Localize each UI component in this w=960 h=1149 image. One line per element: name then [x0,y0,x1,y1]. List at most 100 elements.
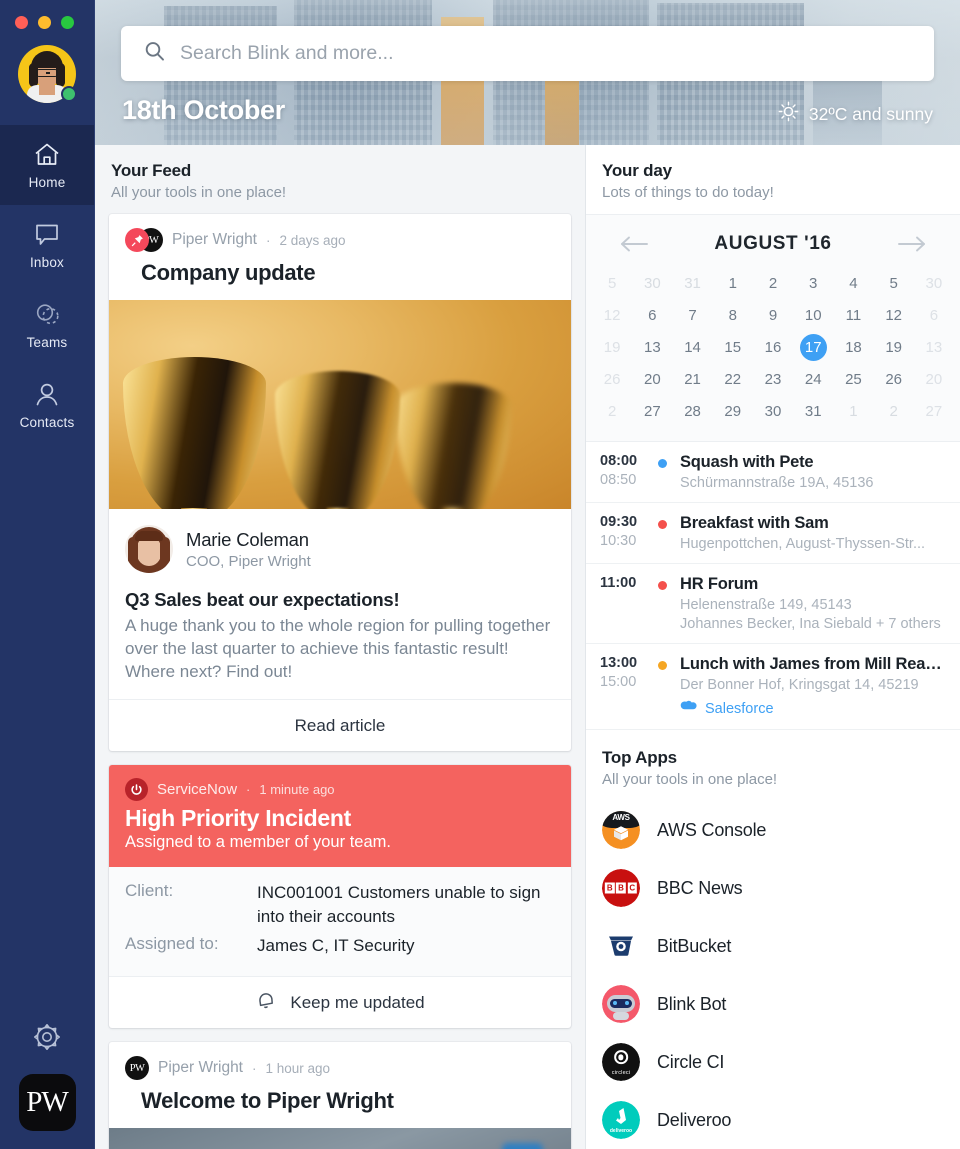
event-item[interactable]: 09:30 10:30 Breakfast with Sam Hugenpottche… [586,503,960,564]
calendar-day[interactable]: 10 [793,299,833,331]
calendar-day-number: 23 [764,370,782,388]
calendar-day[interactable]: 1 [713,267,753,299]
calendar-day[interactable]: 9 [753,299,793,331]
calendar[interactable]: AUGUST '16 5 30 31 1 2 3 4 5 30 12 6 7 8 9 10 11 12 6 19 13… [586,214,960,442]
calendar-day[interactable]: 24 [793,363,833,395]
feed-column[interactable]: Your Feed All your tools in one place! P… [95,145,586,1149]
events-list[interactable]: 08:00 08:50 Squash with Pete Schürmannstraß… [586,442,960,734]
calendar-day[interactable]: 2 [592,395,632,427]
event-item[interactable]: 11:00 HR Forum Helenenstraße 149, 45143 Joh… [586,564,960,644]
right-column[interactable]: Your day Lots of things to do today! AUG… [586,145,960,1149]
read-article-button[interactable]: Read article [109,699,571,751]
calendar-day[interactable]: 18 [833,331,873,363]
calendar-day[interactable]: 12 [592,299,632,331]
calendar-day[interactable]: 30 [632,267,672,299]
calendar-day[interactable]: 1 [833,395,873,427]
sidebar-item-label: Contacts [19,414,75,430]
sidebar-item-inbox[interactable]: Inbox [0,205,94,285]
calendar-day-number: 20 [643,370,661,388]
app-item[interactable]: B B C BBC News [586,859,960,917]
search-input[interactable] [180,42,912,65]
calendar-day[interactable]: 6 [632,299,672,331]
sidebar-item-home[interactable]: Home [0,125,94,205]
calendar-day[interactable]: 5 [592,267,632,299]
calendar-grid[interactable]: 5 30 31 1 2 3 4 5 30 12 6 7 8 9 10 11 12 6 19 13 14 15 16 17 18 1… [586,267,960,427]
calendar-day[interactable]: 5 [874,267,914,299]
calendar-day[interactable]: 13 [914,331,954,363]
author-role: COO, Piper Wright [186,552,311,570]
gear-icon[interactable] [32,1022,62,1052]
calendar-day[interactable]: 28 [672,395,712,427]
calendar-day[interactable]: 14 [672,331,712,363]
calendar-day[interactable]: 7 [672,299,712,331]
your-day-header: Your day Lots of things to do today! [586,145,960,214]
calendar-day-number: 13 [643,338,661,356]
calendar-day[interactable]: 12 [874,299,914,331]
card-image-trophies [109,300,571,509]
calendar-day[interactable]: 22 [713,363,753,395]
avatar[interactable] [18,45,77,103]
calendar-day[interactable]: 20 [632,363,672,395]
calendar-day-today[interactable]: 17 [793,331,833,363]
calendar-day[interactable]: 15 [713,331,753,363]
next-month-arrow-icon[interactable] [897,233,927,255]
app-item[interactable]: circleci Circle CI [586,1033,960,1091]
calendar-day-number: 5 [607,274,617,292]
org-logo[interactable]: PW [18,1074,76,1131]
incident-field-value: James C, IT Security [257,935,415,955]
feed-card-welcome[interactable]: PW Piper Wright · 1 hour ago Welcome to … [109,1042,571,1149]
weather-indicator: 32ºC and sunny [778,101,933,127]
sidebar-item-contacts[interactable]: Contacts [0,365,94,445]
incident-header: ServiceNow · 1 minute ago High Priority … [109,765,571,868]
calendar-day[interactable]: 6 [914,299,954,331]
calendar-day[interactable]: 19 [874,331,914,363]
calendar-day[interactable]: 8 [713,299,753,331]
calendar-day[interactable]: 3 [793,267,833,299]
incident-field: Client: INC001001 Customers unable to si… [125,881,555,928]
calendar-day-number: 24 [804,370,822,388]
keep-me-updated-button[interactable]: Keep me updated [109,976,571,1028]
app-item[interactable]: Blink Bot [586,975,960,1033]
calendar-day[interactable]: 27 [632,395,672,427]
event-tag[interactable]: Salesforce [680,700,944,718]
calendar-day-number: 2 [607,402,617,420]
event-item[interactable]: 08:00 08:50 Squash with Pete Schürmannstraß… [586,442,960,503]
calendar-day[interactable]: 29 [713,395,753,427]
calendar-day[interactable]: 2 [874,395,914,427]
app-item[interactable]: AWS AWS Console [586,801,960,859]
minimize-window-button[interactable] [38,16,51,29]
close-window-button[interactable] [15,16,28,29]
calendar-day[interactable]: 31 [672,267,712,299]
feed-card-company-update[interactable]: PW Piper Wright · 2 days ago Company upd… [109,214,571,752]
calendar-day[interactable]: 30 [753,395,793,427]
search-bar[interactable] [121,26,934,81]
calendar-day[interactable]: 27 [914,395,954,427]
top-apps-list[interactable]: AWS AWS Console B B C BBC News BitBucket Blink … [586,801,960,1149]
calendar-day[interactable]: 30 [914,267,954,299]
event-item[interactable]: 13:00 15:00 Lunch with James from Mill Rea… [586,644,960,730]
feed-card-servicenow-incident[interactable]: ServiceNow · 1 minute ago High Priority … [109,765,571,1029]
calendar-day[interactable]: 16 [753,331,793,363]
calendar-day-number: 11 [845,306,862,324]
calendar-day[interactable]: 21 [672,363,712,395]
card-title: Welcome to Piper Wright [141,1088,394,1114]
home-icon [33,141,61,168]
calendar-day[interactable]: 4 [833,267,873,299]
maximize-window-button[interactable] [61,16,74,29]
calendar-day[interactable]: 13 [632,331,672,363]
calendar-day[interactable]: 2 [753,267,793,299]
calendar-day[interactable]: 26 [592,363,632,395]
previous-month-arrow-icon[interactable] [619,233,649,255]
calendar-day[interactable]: 19 [592,331,632,363]
event-title: Breakfast with Sam [680,514,829,532]
app-item[interactable]: BitBucket [586,917,960,975]
calendar-day[interactable]: 26 [874,363,914,395]
calendar-day[interactable]: 20 [914,363,954,395]
calendar-day[interactable]: 11 [833,299,873,331]
app-item[interactable]: deliveroo Deliveroo [586,1091,960,1149]
sidebar-item-teams[interactable]: Teams [0,285,94,365]
calendar-day[interactable]: 25 [833,363,873,395]
card-title: Company update [141,260,316,285]
calendar-day[interactable]: 31 [793,395,833,427]
calendar-day[interactable]: 23 [753,363,793,395]
